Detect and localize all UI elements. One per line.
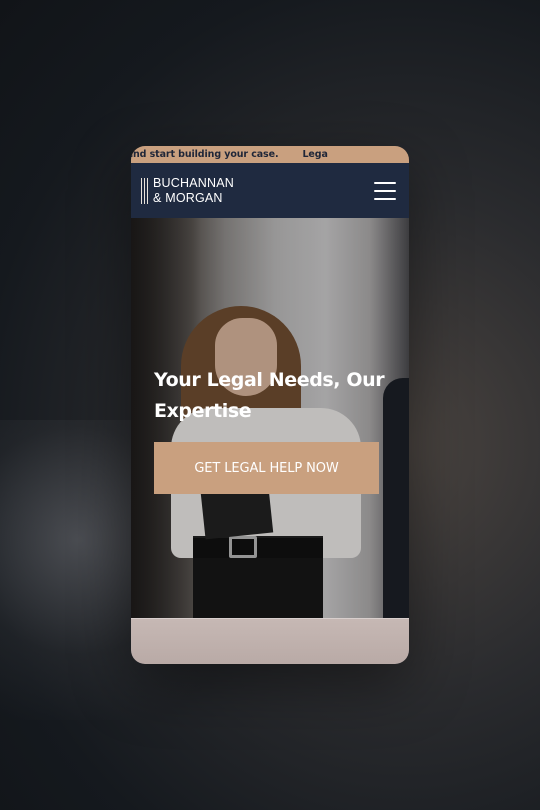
logo-columns-icon bbox=[141, 177, 148, 204]
ticker-text-1: e a consultation and start building your… bbox=[131, 149, 279, 160]
get-legal-help-button[interactable]: GET LEGAL HELP NOW bbox=[154, 442, 379, 494]
mobile-viewport: e a consultation and start building your… bbox=[131, 146, 409, 664]
next-section-preview bbox=[131, 618, 409, 664]
site-header: BUCHANNAN & MORGAN bbox=[131, 163, 409, 218]
site-logo[interactable]: BUCHANNAN & MORGAN bbox=[141, 176, 234, 206]
logo-text: BUCHANNAN & MORGAN bbox=[153, 176, 234, 206]
hero-section: Your Legal Needs, Our Expertise GET LEGA… bbox=[131, 218, 409, 618]
hero-title: Your Legal Needs, Our Expertise bbox=[154, 369, 385, 422]
ticker-text-2: Lega bbox=[302, 149, 328, 160]
hamburger-menu-icon[interactable] bbox=[374, 181, 396, 200]
logo-line-1: BUCHANNAN bbox=[153, 175, 234, 190]
logo-line-2: & MORGAN bbox=[153, 190, 223, 205]
announcement-ticker: e a consultation and start building your… bbox=[131, 146, 409, 163]
ticker-track: e a consultation and start building your… bbox=[131, 149, 328, 160]
